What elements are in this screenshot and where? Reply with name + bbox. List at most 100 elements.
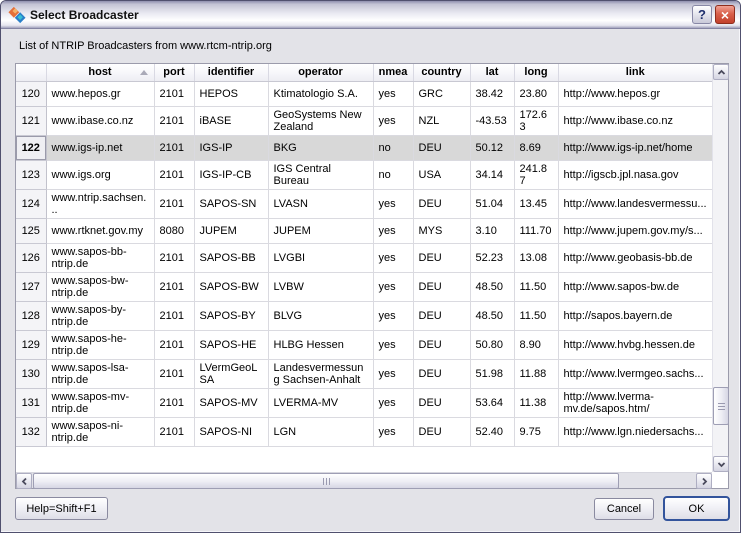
cell-long[interactable]: 23.80 [514, 81, 558, 106]
cell-port[interactable]: 2101 [154, 243, 194, 272]
row-number-cell[interactable]: 126 [16, 243, 46, 272]
cell-link[interactable]: http://www.lgn.niedersachs... [558, 417, 712, 446]
cell-operator[interactable]: LVBW [268, 272, 373, 301]
row-number-cell[interactable]: 129 [16, 330, 46, 359]
cell-port[interactable]: 2101 [154, 301, 194, 330]
cell-host[interactable]: www.ibase.co.nz [46, 106, 154, 135]
cell-nmea[interactable]: yes [373, 359, 413, 388]
cell-host[interactable]: www.sapos-ni-ntrip.de [46, 417, 154, 446]
cell-host[interactable]: www.sapos-bb-ntrip.de [46, 243, 154, 272]
scroll-down-button[interactable] [713, 456, 729, 472]
cell-link[interactable]: http://www.lverma-mv.de/sapos.htm/ [558, 388, 712, 417]
cell-operator[interactable]: BLVG [268, 301, 373, 330]
cell-long[interactable]: 9.75 [514, 417, 558, 446]
cell-long[interactable]: 111.70 [514, 218, 558, 243]
table-row[interactable]: 126www.sapos-bb-ntrip.de2101SAPOS-BBLVGB… [16, 243, 712, 272]
cell-identifier[interactable]: HEPOS [194, 81, 268, 106]
table-row[interactable]: 132www.sapos-ni-ntrip.de2101SAPOS-NILGNy… [16, 417, 712, 446]
cell-operator[interactable]: IGS Central Bureau [268, 160, 373, 189]
cell-link[interactable]: http://www.landesvermessu... [558, 189, 712, 218]
titlebar-help-button[interactable]: ? [692, 5, 712, 24]
cell-country[interactable]: MYS [413, 218, 470, 243]
cell-identifier[interactable]: iBASE [194, 106, 268, 135]
cell-host[interactable]: www.sapos-lsa-ntrip.de [46, 359, 154, 388]
cell-host[interactable]: www.igs.org [46, 160, 154, 189]
cell-port[interactable]: 2101 [154, 330, 194, 359]
cell-port[interactable]: 2101 [154, 106, 194, 135]
cell-country[interactable]: DEU [413, 135, 470, 160]
cell-link[interactable]: http://www.ibase.co.nz [558, 106, 712, 135]
cell-lat[interactable]: 52.40 [470, 417, 514, 446]
cell-nmea[interactable]: yes [373, 417, 413, 446]
cell-link[interactable]: http://www.lvermgeo.sachs... [558, 359, 712, 388]
column-header-nmea[interactable]: nmea [373, 64, 413, 81]
scroll-up-button[interactable] [713, 64, 729, 80]
ok-button[interactable]: OK [663, 496, 730, 521]
cell-country[interactable]: USA [413, 160, 470, 189]
cell-port[interactable]: 2101 [154, 388, 194, 417]
cell-country[interactable]: DEU [413, 189, 470, 218]
cell-host[interactable]: www.rtknet.gov.my [46, 218, 154, 243]
cell-port[interactable]: 2101 [154, 417, 194, 446]
cell-nmea[interactable]: yes [373, 272, 413, 301]
cell-nmea[interactable]: yes [373, 330, 413, 359]
cell-link[interactable]: http://www.geobasis-bb.de [558, 243, 712, 272]
cell-operator[interactable]: Ktimatologio S.A. [268, 81, 373, 106]
table-row[interactable]: 127www.sapos-bw-ntrip.de2101SAPOS-BWLVBW… [16, 272, 712, 301]
column-header-country[interactable]: country [413, 64, 470, 81]
cell-country[interactable]: DEU [413, 359, 470, 388]
cell-identifier[interactable]: IGS-IP-CB [194, 160, 268, 189]
cell-host[interactable]: www.ntrip.sachsen... [46, 189, 154, 218]
cell-lat[interactable]: 51.04 [470, 189, 514, 218]
cell-lat[interactable]: -43.53 [470, 106, 514, 135]
cell-identifier[interactable]: SAPOS-BW [194, 272, 268, 301]
cell-lat[interactable]: 50.12 [470, 135, 514, 160]
cell-lat[interactable]: 34.14 [470, 160, 514, 189]
cell-operator[interactable]: LGN [268, 417, 373, 446]
cell-host[interactable]: www.sapos-by-ntrip.de [46, 301, 154, 330]
cell-long[interactable]: 13.08 [514, 243, 558, 272]
column-header-corner[interactable] [16, 64, 46, 81]
cell-operator[interactable]: LVGBI [268, 243, 373, 272]
cell-long[interactable]: 172.63 [514, 106, 558, 135]
row-number-cell[interactable]: 132 [16, 417, 46, 446]
cell-lat[interactable]: 53.64 [470, 388, 514, 417]
horizontal-scroll-thumb[interactable] [33, 473, 619, 489]
row-number-cell[interactable]: 125 [16, 218, 46, 243]
cell-host[interactable]: www.hepos.gr [46, 81, 154, 106]
horizontal-scrollbar[interactable] [16, 472, 712, 488]
cell-operator[interactable]: HLBG Hessen [268, 330, 373, 359]
cell-host[interactable]: www.igs-ip.net [46, 135, 154, 160]
cell-country[interactable]: NZL [413, 106, 470, 135]
cell-link[interactable]: http://igscb.jpl.nasa.gov [558, 160, 712, 189]
cell-link[interactable]: http://sapos.bayern.de [558, 301, 712, 330]
column-header-operator[interactable]: operator [268, 64, 373, 81]
cell-long[interactable]: 11.50 [514, 301, 558, 330]
cell-port[interactable]: 2101 [154, 189, 194, 218]
cell-operator[interactable]: BKG [268, 135, 373, 160]
cell-country[interactable]: DEU [413, 301, 470, 330]
cell-operator[interactable]: LVASN [268, 189, 373, 218]
cell-long[interactable]: 13.45 [514, 189, 558, 218]
help-button[interactable]: Help=Shift+F1 [15, 497, 108, 520]
cell-nmea[interactable]: yes [373, 106, 413, 135]
cell-identifier[interactable]: SAPOS-BB [194, 243, 268, 272]
cell-nmea[interactable]: no [373, 160, 413, 189]
cell-country[interactable]: DEU [413, 388, 470, 417]
cell-nmea[interactable]: yes [373, 81, 413, 106]
table-row[interactable]: 121www.ibase.co.nz2101iBASEGeoSystems Ne… [16, 106, 712, 135]
cell-link[interactable]: http://www.hepos.gr [558, 81, 712, 106]
cell-lat[interactable]: 48.50 [470, 301, 514, 330]
table-row[interactable]: 125www.rtknet.gov.my8080JUPEMJUPEMyesMYS… [16, 218, 712, 243]
cell-long[interactable]: 11.38 [514, 388, 558, 417]
cell-operator[interactable]: JUPEM [268, 218, 373, 243]
cell-host[interactable]: www.sapos-bw-ntrip.de [46, 272, 154, 301]
row-number-cell[interactable]: 122 [16, 135, 46, 160]
cell-long[interactable]: 11.88 [514, 359, 558, 388]
row-number-cell[interactable]: 127 [16, 272, 46, 301]
cell-link[interactable]: http://www.jupem.gov.my/s... [558, 218, 712, 243]
scroll-right-button[interactable] [696, 473, 712, 489]
table-row[interactable]: 129www.sapos-he-ntrip.de2101SAPOS-HEHLBG… [16, 330, 712, 359]
table-row[interactable]: 130www.sapos-lsa-ntrip.de2101LVermGeoLSA… [16, 359, 712, 388]
row-number-cell[interactable]: 123 [16, 160, 46, 189]
